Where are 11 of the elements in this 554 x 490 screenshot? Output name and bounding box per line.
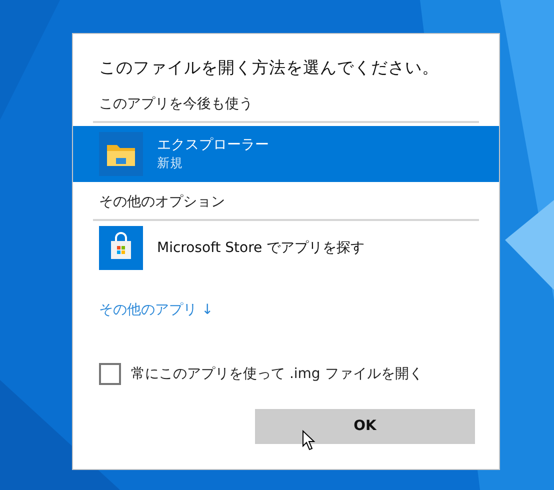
mouse-cursor-icon (302, 430, 316, 451)
checkbox[interactable] (99, 363, 121, 385)
section-header: その他のオプション (99, 194, 225, 210)
ok-button[interactable]: OK (255, 409, 475, 444)
folder-icon (99, 132, 143, 176)
more-apps-link[interactable]: その他のアプリ ↓ (99, 300, 214, 321)
checkbox-label: 常にこのアプリを使って .img ファイルを開く (131, 364, 423, 384)
store-bag-icon (99, 226, 143, 270)
section-header: このアプリを今後も使う (99, 96, 253, 112)
app-list-item[interactable]: エクスプローラー 新規 (73, 126, 499, 182)
dialog-title: このファイルを開く方法を選んでください。 (99, 58, 439, 77)
